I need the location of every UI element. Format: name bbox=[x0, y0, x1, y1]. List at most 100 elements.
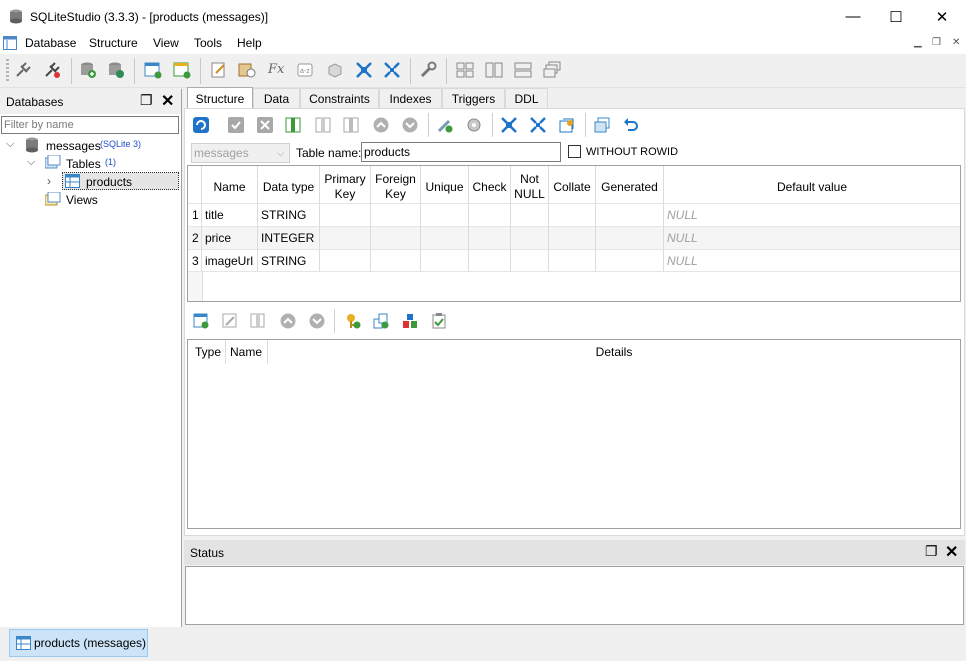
cell-unique[interactable] bbox=[421, 226, 469, 249]
delete-column-icon[interactable] bbox=[343, 117, 359, 133]
cell-unique[interactable] bbox=[421, 203, 469, 226]
cell-default-value[interactable]: NULL bbox=[664, 203, 960, 226]
history-icon[interactable] bbox=[238, 61, 256, 79]
export-ddl-icon[interactable] bbox=[530, 117, 546, 133]
tab-structure[interactable]: Structure bbox=[187, 87, 253, 109]
delete-table-constraint-icon[interactable] bbox=[250, 313, 266, 329]
add-foreign-key-icon[interactable] bbox=[373, 313, 389, 329]
chevron-down-icon[interactable]: ⌵ bbox=[6, 138, 14, 151]
menu-structure[interactable]: Structure bbox=[89, 36, 138, 50]
column-header-unique[interactable]: Unique bbox=[421, 166, 469, 208]
constraints-header-type[interactable]: Type bbox=[188, 340, 226, 364]
cell-data-type[interactable]: INTEGER bbox=[258, 226, 320, 249]
functions-icon[interactable]: Fx bbox=[268, 62, 284, 77]
create-similar-table-icon[interactable] bbox=[594, 117, 610, 133]
extensions-icon[interactable] bbox=[326, 61, 344, 79]
collations-icon[interactable]: a-z bbox=[296, 61, 314, 79]
connect-icon[interactable] bbox=[14, 61, 32, 79]
constraints-header-details[interactable]: Details bbox=[268, 340, 960, 364]
rollback-icon[interactable] bbox=[257, 117, 273, 133]
cell-name[interactable]: price bbox=[202, 226, 258, 249]
cell-primary-key[interactable] bbox=[320, 203, 371, 226]
create-index-icon[interactable] bbox=[173, 61, 191, 79]
maximize-button[interactable]: ☐ bbox=[873, 0, 919, 33]
cell-primary-key[interactable] bbox=[320, 249, 371, 272]
chevron-right-icon[interactable]: › bbox=[47, 174, 51, 188]
cell-collate[interactable] bbox=[549, 203, 596, 226]
add-primary-key-icon[interactable] bbox=[345, 313, 361, 329]
column-header-foreign-key[interactable]: Foreign Key bbox=[371, 166, 421, 208]
float-panel-icon[interactable]: ❐ bbox=[140, 92, 153, 109]
tile-windows-icon[interactable] bbox=[456, 61, 474, 79]
tree-views[interactable]: Views bbox=[66, 193, 98, 207]
commit-icon[interactable] bbox=[228, 117, 244, 133]
cell-data-type[interactable]: STRING bbox=[258, 249, 320, 272]
column-header-check[interactable]: Check bbox=[469, 166, 511, 208]
close-status-panel-icon[interactable]: ✕ bbox=[945, 542, 958, 562]
menu-database[interactable]: Database bbox=[25, 36, 76, 50]
without-rowid-checkbox[interactable] bbox=[568, 145, 581, 158]
menu-help[interactable]: Help bbox=[237, 36, 262, 50]
refresh-database-icon[interactable] bbox=[107, 61, 125, 79]
float-status-panel-icon[interactable]: ❐ bbox=[925, 543, 938, 560]
cascade-windows-icon[interactable] bbox=[543, 61, 561, 79]
cell-not-null[interactable] bbox=[511, 203, 549, 226]
create-table-icon[interactable] bbox=[144, 61, 162, 79]
cell-name[interactable]: title bbox=[202, 203, 258, 226]
constraints-header-name[interactable]: Name bbox=[226, 340, 268, 364]
cell-generated[interactable] bbox=[596, 249, 664, 272]
cell-primary-key[interactable] bbox=[320, 226, 371, 249]
close-panel-icon[interactable]: ✕ bbox=[161, 91, 174, 111]
tab-constraints[interactable]: Constraints bbox=[300, 88, 379, 108]
cell-check[interactable] bbox=[469, 226, 511, 249]
column-header-data-type[interactable]: Data type bbox=[258, 166, 320, 208]
tab-triggers[interactable]: Triggers bbox=[442, 88, 505, 108]
mdi-minimize-icon[interactable]: ▁ bbox=[914, 37, 922, 48]
cell-name[interactable]: imageUrl bbox=[202, 249, 258, 272]
add-check-icon[interactable] bbox=[431, 313, 447, 329]
cell-default-value[interactable]: NULL bbox=[664, 249, 960, 272]
tile-horizontal-icon[interactable] bbox=[485, 61, 503, 79]
tab-ddl[interactable]: DDL bbox=[505, 88, 548, 108]
column-header-primary-key[interactable]: Primary Key bbox=[320, 166, 371, 208]
move-down-icon[interactable] bbox=[402, 117, 418, 133]
database-select[interactable]: messages ⌵ bbox=[191, 143, 290, 163]
cell-unique[interactable] bbox=[421, 249, 469, 272]
disconnect-icon[interactable] bbox=[43, 61, 61, 79]
add-table-constraint-icon[interactable] bbox=[193, 313, 209, 329]
cell-collate[interactable] bbox=[549, 226, 596, 249]
populate-icon[interactable] bbox=[559, 117, 575, 133]
cell-foreign-key[interactable] bbox=[371, 249, 421, 272]
cell-foreign-key[interactable] bbox=[371, 226, 421, 249]
import-icon[interactable] bbox=[355, 61, 373, 79]
taskbar-window-button[interactable]: products (messages) bbox=[9, 629, 148, 657]
add-constraint-icon[interactable] bbox=[437, 117, 453, 133]
mdi-close-icon[interactable]: ✕ bbox=[952, 37, 960, 48]
refresh-structure-icon[interactable] bbox=[193, 117, 209, 133]
constraint-move-down-icon[interactable] bbox=[309, 313, 325, 329]
cell-collate[interactable] bbox=[549, 249, 596, 272]
tab-data[interactable]: Data bbox=[253, 88, 300, 108]
filter-input[interactable]: Filter by name bbox=[1, 116, 179, 134]
column-header-name[interactable]: Name bbox=[202, 166, 258, 208]
column-header-generated[interactable]: Generated bbox=[596, 166, 664, 208]
column-header-not-null[interactable]: Not NULL bbox=[511, 166, 549, 208]
cell-generated[interactable] bbox=[596, 226, 664, 249]
undo-icon[interactable] bbox=[623, 117, 639, 133]
chevron-down-icon[interactable]: ⌵ bbox=[27, 156, 35, 169]
cell-check[interactable] bbox=[469, 249, 511, 272]
mdi-window-icon[interactable] bbox=[3, 36, 17, 50]
column-header-default-value[interactable]: Default value bbox=[664, 166, 960, 208]
sql-editor-icon[interactable] bbox=[210, 61, 228, 79]
close-button[interactable]: ✕ bbox=[919, 0, 965, 33]
tab-indexes[interactable]: Indexes bbox=[379, 88, 442, 108]
cell-default-value[interactable]: NULL bbox=[664, 226, 960, 249]
cell-foreign-key[interactable] bbox=[371, 203, 421, 226]
cell-generated[interactable] bbox=[596, 203, 664, 226]
edit-table-constraint-icon[interactable] bbox=[222, 313, 238, 329]
menu-view[interactable]: View bbox=[153, 36, 179, 50]
add-database-icon[interactable] bbox=[79, 61, 97, 79]
tree-database-messages[interactable]: messages bbox=[46, 139, 101, 153]
import-ddl-icon[interactable] bbox=[501, 117, 517, 133]
tree-tables[interactable]: Tables bbox=[66, 157, 101, 171]
